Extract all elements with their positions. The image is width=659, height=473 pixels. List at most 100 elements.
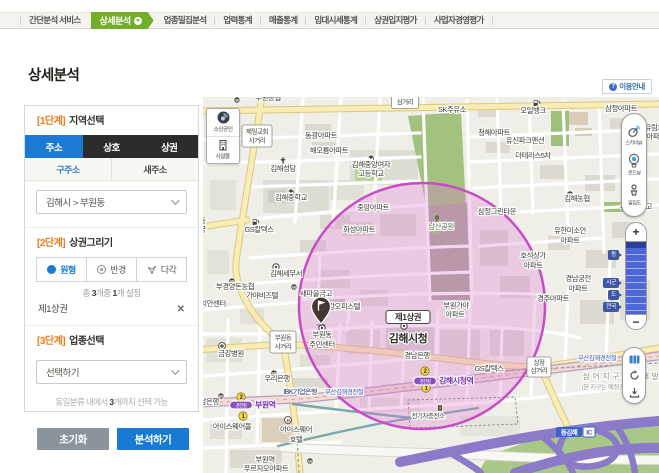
map-label: 푸르지오아파트 [244, 463, 289, 473]
map-label: 김해세무서 [270, 268, 302, 278]
small-business-layer-button[interactable]: 소상공인 [207, 109, 239, 136]
small-business-icon [217, 111, 230, 124]
industry-select-wrap: 선택하기 [25, 355, 198, 384]
nav-item-location-rating[interactable]: 상권입지평가 [366, 13, 425, 28]
map-label: 동광아파트 [305, 130, 338, 140]
step1-title: 지역선택 [69, 116, 104, 127]
shape-circle-button[interactable]: 원형 [36, 257, 87, 282]
map-mode-button[interactable] [629, 354, 640, 365]
roadview-label: 로드뷰 [628, 169, 641, 177]
zoom-level-do[interactable]: 도 [608, 290, 619, 300]
bank-won-icon: ₩ [291, 284, 297, 290]
save-image-button[interactable] [629, 387, 640, 398]
address-type-subtabs: 구주소 새주소 [25, 158, 198, 181]
roadview-button[interactable]: 로드뷰 [627, 153, 641, 177]
zoom-level-nation[interactable]: 전국 [603, 302, 619, 312]
step2-tag: [2단계] [37, 238, 65, 249]
map-boxed-label: 삼거리 [392, 97, 419, 109]
map-boxed-label-text: 부원동 [275, 333, 292, 342]
skyview-icon [627, 124, 642, 138]
map-label: 유한미소안 [554, 225, 587, 235]
region-select-value: 김해시 > 부원동 [46, 195, 171, 209]
density-button[interactable]: 밀집도 [627, 184, 641, 207]
subtab-old-address[interactable]: 구주소 [25, 158, 111, 180]
region-search-tabs: 주소 상호 상권 [25, 135, 198, 158]
step1-header: [1단계]지역선택 [25, 106, 198, 135]
bank-won-icon: ₩ [234, 97, 240, 103]
map-label: 우리은행 [264, 373, 290, 383]
refresh-button[interactable] [629, 370, 640, 381]
map-label: 주민센터 [309, 339, 335, 349]
nav-active-label: 상세분석 [100, 14, 131, 27]
usage-guide-label: 이용안내 [619, 81, 645, 92]
bank-won-icon: ₩ [307, 458, 313, 464]
region-select[interactable]: 김해시 > 부원동 [36, 190, 187, 214]
map-label: 아파트 [646, 131, 659, 141]
map-label: 유신파크맨션 [506, 135, 545, 145]
refresh-icon [629, 370, 640, 381]
usage-guide-button[interactable]: ? 이용안내 [602, 79, 652, 94]
radius-shape-icon [97, 265, 106, 274]
zoom-slider-track[interactable] [625, 248, 647, 314]
industry-select-value: 선택하기 [46, 365, 171, 379]
analyze-button[interactable]: 분석하기 [117, 428, 189, 450]
reset-button[interactable]: 초기화 [37, 428, 109, 450]
map-label: 고등학교 [358, 168, 384, 178]
map-label: 부원동 [312, 330, 332, 339]
facility-layer-button[interactable]: 시설물 [207, 136, 239, 164]
map-label: 부산김해경전철 [325, 387, 364, 396]
map-label: 남산공원 [428, 221, 454, 231]
map-label: IBK기업은행 [283, 387, 317, 396]
map-base: ₩₩₩₩₩₩₩H삼거리제일교회사거리부원동사거리삼정삼거리제1상권2121경전철… [203, 97, 659, 473]
map-boxed-label: 제일교회사거리 [242, 125, 272, 147]
map-canvas[interactable]: ₩₩₩₩₩₩₩H삼거리제일교회사거리부원동사거리삼정삼거리제1상권2121경전철… [203, 97, 659, 473]
map-boxed-label: 부원동사거리 [270, 331, 296, 353]
small-business-label: 소상공인 [213, 124, 232, 133]
zoom-in-button[interactable]: + [625, 222, 647, 242]
nav-item-simple-analysis[interactable]: 간단분석 서비스 [21, 13, 89, 28]
nav-item-rent-stats[interactable]: 임대시세통계 [306, 13, 365, 28]
industry-limit-note: 동일분류 내에서 3개까지 선택 가능 [25, 397, 198, 408]
map-label: 아파트 [523, 260, 543, 270]
nav-item-density-analysis[interactable]: 업종밀집분석 [156, 13, 215, 28]
map-mode-icon [629, 354, 640, 365]
shape-radius-button[interactable]: 반경 [86, 257, 137, 282]
map-layer-buttons: 소상공인 시설물 [206, 108, 240, 164]
skyview-button[interactable]: 스카이뷰 [624, 124, 643, 147]
map-boxed-label-text: 사거리 [275, 342, 292, 351]
nav-item-detail-analysis-active[interactable]: 상세분석 ▾ [91, 12, 154, 29]
subtab-new-address[interactable]: 새주소 [111, 158, 198, 180]
trade-area-label[interactable]: 제1상권 [386, 311, 430, 324]
map-boxed-label-text: 삼정 [534, 358, 545, 367]
tab-address[interactable]: 주소 [25, 135, 83, 158]
map-label: 부원역 [255, 454, 274, 464]
map-label: 강오피스텔 [328, 301, 361, 311]
map-label: 오일뱅크 [520, 105, 546, 115]
top-navigation: 간단분석 서비스 상세분석 ▾ 업종밀집분석 업력통계 매출통계 임대시세통계 … [0, 12, 659, 29]
roadview-icon [627, 153, 641, 168]
analysis-step-panel: [1단계]지역선택 주소 상호 상권 구주소 새주소 김해시 > 부원동 [2단… [24, 105, 199, 412]
nav-item-owner-rating[interactable]: 사업자경영평가 [426, 13, 492, 28]
route-shield: 1 [239, 412, 247, 420]
lrt-line-badge: 경전철 [420, 378, 431, 384]
density-icon [628, 184, 640, 198]
remove-area-icon[interactable]: ✕ [177, 305, 185, 314]
step3-header: [3단계]업종선택 [25, 326, 198, 355]
map-label: 부원농협 [255, 97, 281, 102]
route-shield: 2 [237, 393, 245, 401]
shape-polygon-button[interactable]: 다각 [136, 257, 187, 282]
zoom-level-dong[interactable]: 동 [608, 250, 619, 260]
map-label: 경남은행 [203, 396, 219, 406]
trade-area-row: 제1상권 ✕ [25, 298, 198, 325]
industry-select[interactable]: 선택하기 [36, 360, 187, 384]
panel-actions: 초기화 분석하기 [37, 428, 189, 450]
nav-item-sales-stats[interactable]: 매출통계 [261, 13, 305, 28]
zoom-level-sigun[interactable]: 시군 [603, 278, 619, 288]
tab-store-name[interactable]: 상호 [83, 135, 141, 158]
lrt-station-name: 부원역 [255, 400, 276, 410]
zoom-out-button[interactable]: − [625, 314, 647, 330]
nav-item-business-age-stats[interactable]: 업력통계 [215, 13, 259, 28]
ev-charge-icon [437, 405, 442, 411]
lrt-station-name: 김해시청역 [439, 376, 473, 386]
tab-trade-area[interactable]: 상권 [140, 135, 198, 158]
